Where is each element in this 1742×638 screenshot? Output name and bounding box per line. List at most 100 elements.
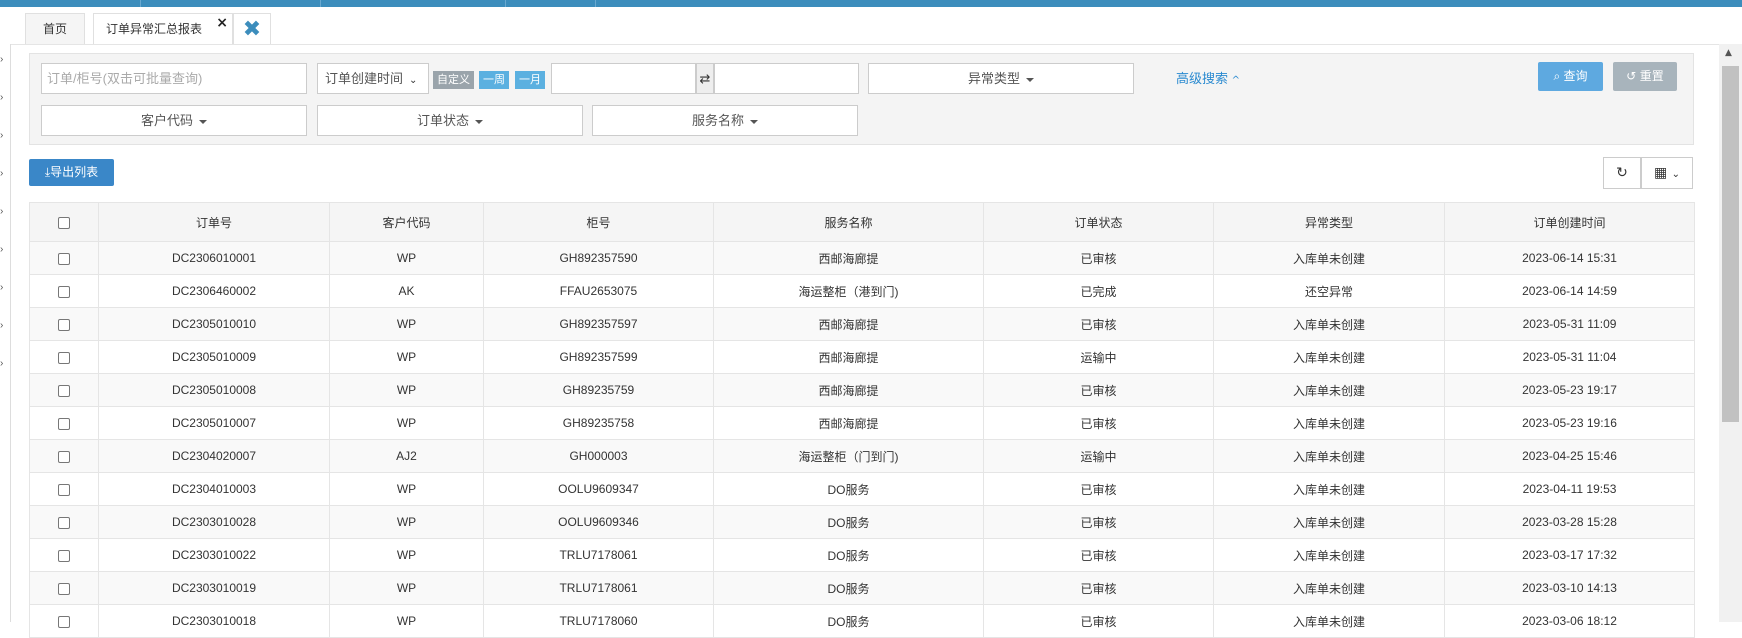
table-row[interactable]: DC2305010007 WP GH89235758 西邮海廊提 已审核 入库单… — [29, 406, 1695, 440]
order-container-search-input[interactable]: 订单/柜号(双击可批量查询) — [41, 63, 307, 94]
col-order-no[interactable]: 订单号 — [98, 202, 330, 242]
service-name-select[interactable]: 服务名称 — [592, 105, 858, 136]
table-row[interactable]: DC2306460002 AK FFAU2653075 海运整柜（港到门) 已完… — [29, 274, 1695, 308]
swap-icon[interactable]: ⇄ — [696, 63, 714, 94]
grid-icon: ▦ — [1653, 165, 1668, 181]
order-no-cell: DC2306010001 — [98, 241, 330, 275]
export-label: 导出列表 — [50, 165, 99, 179]
order-status-label: 订单状态 — [416, 113, 469, 128]
vertical-scrollbar[interactable]: ▲ — [1719, 44, 1742, 622]
tab-order-exception-report[interactable]: 订单异常汇总报表 × — [93, 13, 233, 44]
tab-bar: 首页 订单异常汇总报表 × ✖ — [11, 7, 1719, 45]
caret-down-icon — [475, 119, 483, 124]
customer-code-cell: WP — [329, 472, 484, 506]
close-all-tabs-icon[interactable]: ✖ — [233, 13, 271, 44]
exception-type-cell: 入库单未创建 — [1213, 439, 1445, 473]
created-time-cell: 2023-03-06 18:12 — [1444, 604, 1695, 638]
table-row[interactable]: DC2305010009 WP GH892357599 西邮海廊提 运输中 入库… — [29, 340, 1695, 374]
table-row[interactable]: DC2304010003 WP OOLU9609347 DO服务 已审核 入库单… — [29, 472, 1695, 506]
table-row[interactable]: DC2303010018 WP TRLU7178060 DO服务 已审核 入库单… — [29, 604, 1695, 638]
table-row[interactable]: DC2306010001 WP GH892357590 西邮海廊提 已审核 入库… — [29, 241, 1695, 275]
service-name-cell: DO服务 — [713, 604, 984, 638]
order-status-cell: 运输中 — [983, 340, 1214, 374]
row-checkbox[interactable] — [58, 582, 70, 595]
reset-button[interactable]: ↺ 重置 — [1613, 62, 1677, 91]
date-end-input[interactable] — [714, 63, 859, 94]
service-name-cell: 海运整柜（门到门) — [713, 439, 984, 473]
scrollbar-thumb[interactable] — [1722, 66, 1739, 422]
row-checkbox[interactable] — [58, 516, 70, 529]
order-status-cell: 已审核 — [983, 307, 1214, 341]
row-checkbox[interactable] — [58, 417, 70, 430]
table-row[interactable]: DC2305010008 WP GH89235759 西邮海廊提 已审核 入库单… — [29, 373, 1695, 407]
order-no-cell: DC2303010022 — [98, 538, 330, 572]
date-start-input[interactable] — [551, 63, 696, 94]
row-select-cell — [29, 307, 99, 341]
service-name-cell: DO服务 — [713, 505, 984, 539]
date-chip-week[interactable]: 一周 — [479, 71, 509, 89]
exception-type-cell: 入库单未创建 — [1213, 472, 1445, 506]
service-name-cell: DO服务 — [713, 571, 984, 605]
date-chip-month[interactable]: 一月 — [515, 71, 545, 89]
service-name-cell: DO服务 — [713, 472, 984, 506]
table-row[interactable]: DC2303010028 WP OOLU9609346 DO服务 已审核 入库单… — [29, 505, 1695, 539]
export-list-button[interactable]: ⤓导出列表 — [29, 159, 114, 186]
date-field-select[interactable]: 订单创建时间 ⌄ — [317, 63, 429, 94]
order-status-cell: 已审核 — [983, 505, 1214, 539]
advanced-search-link[interactable]: 高级搜索 ^ — [1176, 63, 1240, 94]
columns-toggle-button[interactable]: ▦ ⌄ — [1641, 157, 1693, 189]
exception-type-cell: 入库单未创建 — [1213, 373, 1445, 407]
customer-code-select[interactable]: 客户代码 — [41, 105, 307, 136]
chevron-down-icon: ⌄ — [409, 75, 418, 86]
order-status-select[interactable]: 订单状态 — [317, 105, 583, 136]
order-status-cell: 已审核 — [983, 571, 1214, 605]
created-time-cell: 2023-04-11 19:53 — [1444, 472, 1695, 506]
scroll-up-arrow-icon[interactable]: ▲ — [1725, 48, 1732, 58]
service-name-cell: 西邮海廊提 — [713, 307, 984, 341]
col-exception-type[interactable]: 异常类型 — [1213, 202, 1445, 242]
row-checkbox[interactable] — [58, 549, 70, 562]
exception-type-cell: 入库单未创建 — [1213, 505, 1445, 539]
customer-code-cell: WP — [329, 340, 484, 374]
row-checkbox[interactable] — [58, 450, 70, 463]
table-row[interactable]: DC2304020007 AJ2 GH000003 海运整柜（门到门) 运输中 … — [29, 439, 1695, 473]
row-select-cell — [29, 274, 99, 308]
row-checkbox[interactable] — [58, 483, 70, 496]
order-status-cell: 已审核 — [983, 406, 1214, 440]
exception-type-select[interactable]: 异常类型 — [868, 63, 1134, 94]
order-status-cell: 已审核 — [983, 373, 1214, 407]
chevron-down-icon: ⌄ — [1671, 169, 1681, 180]
row-checkbox[interactable] — [58, 351, 70, 364]
created-time-cell: 2023-03-10 14:13 — [1444, 571, 1695, 605]
table-row[interactable]: DC2305010010 WP GH892357597 西邮海廊提 已审核 入库… — [29, 307, 1695, 341]
container-no-cell: FFAU2653075 — [483, 274, 714, 308]
customer-code-cell: AJ2 — [329, 439, 484, 473]
table-row[interactable]: DC2303010022 WP TRLU7178061 DO服务 已审核 入库单… — [29, 538, 1695, 572]
created-time-cell: 2023-05-31 11:04 — [1444, 340, 1695, 374]
col-service-name[interactable]: 服务名称 — [713, 202, 984, 242]
customer-code-label: 客户代码 — [140, 113, 193, 128]
service-name-cell: 西邮海廊提 — [713, 340, 984, 374]
select-all-cell — [29, 202, 99, 242]
col-created-time[interactable]: 订单创建时间 — [1444, 202, 1695, 242]
created-time-cell: 2023-03-28 15:28 — [1444, 505, 1695, 539]
advanced-search-label: 高级搜索 — [1176, 71, 1229, 86]
order-exception-table: 订单号 客户代码 柜号 服务名称 订单状态 异常类型 订单创建时间 DC2306… — [29, 202, 1695, 638]
row-checkbox[interactable] — [58, 252, 70, 265]
query-button[interactable]: ⌕ 查询 — [1538, 62, 1603, 91]
table-row[interactable]: DC2303010019 WP TRLU7178061 DO服务 已审核 入库单… — [29, 571, 1695, 605]
refresh-button[interactable]: ↻ — [1603, 157, 1641, 189]
container-no-cell: GH892357597 — [483, 307, 714, 341]
col-customer-code[interactable]: 客户代码 — [329, 202, 484, 242]
row-checkbox[interactable] — [58, 384, 70, 397]
col-container-no[interactable]: 柜号 — [483, 202, 714, 242]
close-icon[interactable]: × — [216, 8, 228, 39]
tab-home[interactable]: 首页 — [25, 13, 85, 44]
date-chip-custom[interactable]: 自定义 — [433, 71, 474, 89]
select-all-checkbox[interactable] — [58, 216, 70, 229]
col-order-status[interactable]: 订单状态 — [983, 202, 1214, 242]
row-checkbox[interactable] — [58, 318, 70, 331]
row-checkbox[interactable] — [58, 285, 70, 298]
customer-code-cell: WP — [329, 406, 484, 440]
refresh-icon: ↻ — [1616, 165, 1628, 181]
